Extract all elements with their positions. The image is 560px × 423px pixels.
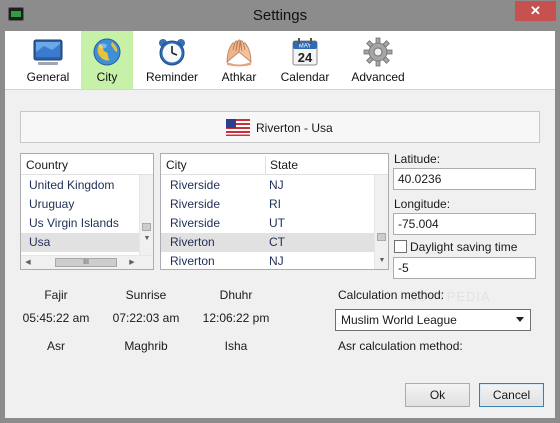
prayer-fajir-label: Fajir <box>44 288 68 302</box>
selected-location-text: Riverton - Usa <box>256 121 333 135</box>
list-item-label: United Kingdom <box>29 178 115 192</box>
settings-tab-bar: General City Reminder Athkar MAY 24 Cale… <box>5 31 555 90</box>
prayer-isha-label: Isha <box>224 339 248 353</box>
country-list[interactable]: Country United Kingdom Uruguay Us Virgin… <box>20 153 154 270</box>
table-row[interactable]: Riverside RI <box>161 195 374 214</box>
calculation-method-select[interactable]: Muslim World League <box>335 309 531 331</box>
tab-general[interactable]: General <box>16 31 80 89</box>
timezone-offset-input[interactable]: -5 <box>393 257 536 279</box>
country-column-header: Country <box>26 158 69 172</box>
prayer-maghrib-label: Maghrib <box>124 339 168 353</box>
table-row-selected[interactable]: Riverton CT <box>161 233 374 252</box>
state-cell: CT <box>269 235 285 249</box>
window-title: Settings <box>252 7 308 24</box>
tab-athkar[interactable]: Athkar <box>212 31 266 89</box>
calendar-icon-month: MAY <box>299 44 312 50</box>
city-list-header[interactable]: City State <box>161 154 388 175</box>
country-list-vscroll[interactable]: ▼ <box>139 175 153 255</box>
country-vscroll-thumb[interactable] <box>142 223 151 231</box>
alarm-clock-icon <box>159 39 185 66</box>
usa-flag-icon <box>226 119 250 136</box>
scroll-right-arrow-icon[interactable]: ▶ <box>125 258 139 266</box>
country-item-us-virgin-islands[interactable]: Us Virgin Islands <box>21 214 139 233</box>
city-cell: Riverton <box>170 235 215 249</box>
daylight-saving-checkbox[interactable] <box>394 240 407 253</box>
settings-content: General City Reminder Athkar MAY 24 Cale… <box>5 31 555 418</box>
close-button[interactable]: ✕ <box>515 1 556 21</box>
tab-city-label: City <box>96 70 118 84</box>
tab-calendar-label: Calendar <box>280 70 330 84</box>
calendar-icon: MAY 24 <box>292 38 318 66</box>
latitude-input[interactable]: 40.0236 <box>393 168 536 190</box>
calculation-method-label: Calculation method: <box>338 288 445 302</box>
country-item-united-kingdom[interactable]: United Kingdom <box>21 176 139 195</box>
longitude-label: Longitude: <box>394 197 451 211</box>
table-row[interactable]: Riverside NJ <box>161 176 374 195</box>
prayer-sunrise-label: Sunrise <box>125 288 167 302</box>
tab-advanced[interactable]: Advanced <box>346 31 410 89</box>
tab-reminder-label: Reminder <box>145 70 199 84</box>
tab-calendar[interactable]: MAY 24 Calendar <box>277 31 333 89</box>
scroll-down-arrow-icon[interactable]: ▼ <box>375 257 388 264</box>
state-cell: NJ <box>269 254 284 268</box>
calendar-icon-day: 24 <box>298 50 313 65</box>
longitude-input[interactable]: -75.004 <box>393 213 536 235</box>
window-frame-right <box>555 31 560 423</box>
city-cell: Riverton <box>170 254 215 268</box>
country-item-uruguay[interactable]: Uruguay <box>21 195 139 214</box>
city-list-vscroll[interactable]: ▼ <box>374 175 388 269</box>
prayer-fajir-time: 05:45:22 am <box>22 311 90 325</box>
list-item-label: Uruguay <box>29 197 75 211</box>
city-cell: Riverside <box>170 178 221 192</box>
city-cell: Riverside <box>170 216 221 230</box>
list-item-label: Us Virgin Islands <box>29 216 119 230</box>
selected-location-bar: Riverton - Usa <box>20 111 540 143</box>
chevron-down-icon <box>516 317 524 322</box>
country-list-header[interactable]: Country <box>21 154 153 175</box>
city-list[interactable]: City State Riverside NJ Riverside RI Riv… <box>160 153 389 270</box>
scroll-left-arrow-icon[interactable]: ◀ <box>21 258 35 266</box>
state-column-header: State <box>265 156 298 174</box>
country-hscroll-thumb[interactable]: III <box>55 258 117 267</box>
monitor-icon <box>33 39 63 65</box>
tab-advanced-label: Advanced <box>351 70 405 84</box>
city-column-header: City <box>166 158 187 172</box>
state-cell: UT <box>269 216 285 230</box>
scroll-down-arrow-icon[interactable]: ▼ <box>140 235 153 242</box>
table-row[interactable]: Riverside UT <box>161 214 374 233</box>
country-list-hscroll[interactable]: ◀ III ▶ <box>21 255 153 269</box>
prayer-asr-label: Asr <box>47 339 65 353</box>
tab-general-label: General <box>26 70 70 84</box>
title-bar[interactable]: Settings ✕ <box>0 0 560 31</box>
city-vscroll-thumb[interactable] <box>377 233 386 241</box>
tab-city[interactable]: City <box>81 31 133 89</box>
cancel-button[interactable]: Cancel <box>479 383 544 407</box>
calculation-method-value: Muslim World League <box>341 313 457 327</box>
window-frame-bottom <box>0 418 560 423</box>
gear-icon <box>363 37 393 67</box>
daylight-saving-label: Daylight saving time <box>410 240 518 254</box>
latitude-label: Latitude: <box>394 152 441 166</box>
tab-reminder[interactable]: Reminder <box>141 31 203 89</box>
tab-athkar-label: Athkar <box>221 70 257 84</box>
prayer-dhuhr-label: Dhuhr <box>219 288 253 302</box>
prayer-sunrise-time: 07:22:03 am <box>112 311 180 325</box>
list-item-label: Usa <box>29 235 51 249</box>
table-row[interactable]: Riverton NJ <box>161 252 374 269</box>
state-cell: RI <box>269 197 281 211</box>
globe-icon <box>93 38 121 66</box>
praying-hands-icon <box>226 39 252 67</box>
city-cell: Riverside <box>170 197 221 211</box>
state-cell: NJ <box>269 178 284 192</box>
country-item-usa[interactable]: Usa <box>21 233 139 252</box>
prayer-dhuhr-time: 12:06:22 pm <box>202 311 270 325</box>
ok-button[interactable]: Ok <box>405 383 470 407</box>
asr-calculation-method-label: Asr calculation method: <box>338 339 463 353</box>
